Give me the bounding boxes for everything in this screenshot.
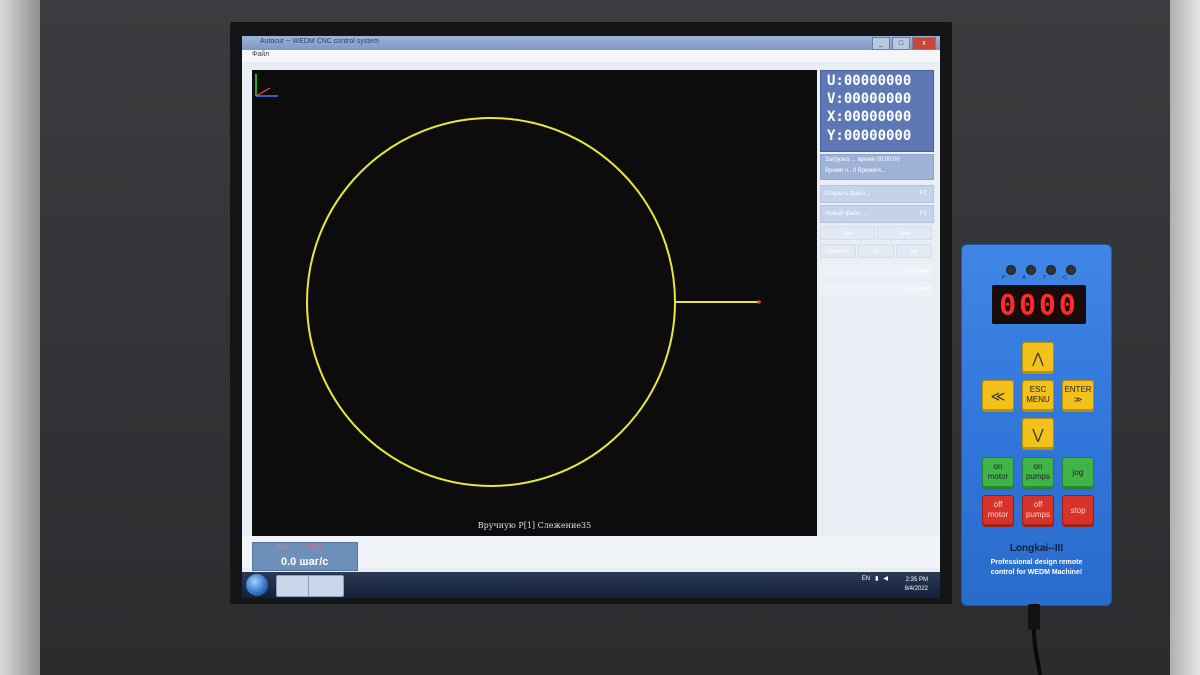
open-file-key: F2: [919, 191, 927, 197]
feed-speed-box: ШАГ → 20/02 0.0 шаг/с: [252, 542, 358, 571]
pendant-leds: [1006, 265, 1076, 275]
up-arrow-icon: ⋀: [1032, 350, 1044, 366]
left-button[interactable]: ≪: [982, 380, 1014, 412]
coord-v: V:00000000: [827, 91, 912, 107]
left-arrow-icon: ≪: [990, 388, 1006, 404]
pendant-subtitle: Professional design remote control for W…: [962, 558, 1111, 578]
toolpath-drawing: [306, 117, 761, 487]
down-arrow-icon: ⋁: [1032, 426, 1044, 442]
info-line-2: Время ч.. 0 Время/ч...: [825, 168, 886, 174]
pendant-brand: Longkai--III: [1009, 543, 1064, 554]
speed-row: Скорость 25 мм: [820, 244, 932, 258]
minimize-button[interactable]: _: [872, 37, 890, 50]
stop-pendant-button[interactable]: stop: [1062, 495, 1094, 527]
stop-button[interactable]: Стоп: [877, 226, 932, 240]
feed-speed-value: 0.0 шаг/с: [281, 556, 329, 568]
coord-u: U:00000000: [827, 73, 912, 89]
on-pumps-label-1: on: [1033, 462, 1043, 471]
window-title: Autocut ─ WEDM CNC control system: [260, 38, 379, 45]
menubar: Файл: [242, 50, 940, 62]
start-stop-row: Пуск Стоп: [820, 226, 932, 240]
led-indicator: [1026, 265, 1036, 275]
window-controls: _ □ x: [872, 37, 936, 50]
off-motor-button[interactable]: off motor: [982, 495, 1014, 527]
window-titlebar: Autocut ─ WEDM CNC control system _ □ x: [242, 36, 940, 50]
coord-x: X:00000000: [827, 109, 912, 125]
step-line-2: <4 0.0 шаг>: [820, 282, 932, 296]
start-button-icon[interactable]: [246, 574, 268, 596]
speed-label: Скорость: [820, 244, 856, 258]
network-icon[interactable]: ▮: [875, 575, 878, 582]
enter-label: ENTER: [1064, 385, 1092, 394]
menu-file[interactable]: Файл: [252, 51, 269, 58]
right-arrow-icon: ≫: [1073, 395, 1083, 404]
axes-indicator-icon: [255, 74, 278, 97]
off-pumps-label-2: pumps: [1025, 510, 1050, 519]
clock-date: 8/4/2022: [904, 586, 928, 592]
led-indicator: [1006, 265, 1016, 275]
taskbar-item-explorer[interactable]: [276, 575, 312, 597]
off-pumps-button[interactable]: off pumps: [1022, 495, 1054, 527]
remote-pendant: P A T C 0000 ⋀ ≪ ESC MENU ENTER ≫ ⋁ on m…: [961, 244, 1112, 606]
canvas-status-text: Вручную P[1] Слежение35: [477, 521, 592, 530]
open-file-label: Открыть файл...: [825, 191, 871, 197]
esc-label: ESC: [1029, 385, 1047, 394]
off-pumps-label-1: off: [1033, 500, 1043, 509]
control-side-panel: U:00000000 V:00000000 X:00000000 Y:00000…: [820, 70, 934, 540]
feed-arrow: → 20/02: [299, 545, 322, 551]
off-motor-label-1: off: [993, 500, 1003, 509]
stop-label: stop: [1070, 506, 1086, 515]
led-indicator: [1066, 265, 1076, 275]
pendant-subtitle-line-1: Professional design remote: [990, 559, 1083, 566]
new-file-key: F3: [919, 211, 927, 217]
on-motor-label-2: motor: [987, 472, 1009, 481]
up-button[interactable]: ⋀: [1022, 342, 1054, 374]
enter-button[interactable]: ENTER ≫: [1062, 380, 1094, 412]
wire-position-marker: [757, 300, 761, 304]
feed-label: ШАГ: [277, 545, 290, 551]
menu-label: MENU: [1026, 395, 1050, 404]
down-button[interactable]: ⋁: [1022, 418, 1054, 450]
start-button[interactable]: Пуск: [820, 226, 875, 240]
pendant-cable: [1028, 604, 1042, 675]
on-motor-button[interactable]: on motor: [982, 457, 1014, 489]
new-file-label: Новый файл ...: [825, 211, 867, 217]
info-line-1: Загрузка ... время 00:00:00: [825, 157, 900, 163]
close-button[interactable]: x: [912, 37, 936, 50]
new-file-button[interactable]: Новый файл ... F3: [820, 205, 934, 223]
step-line-1: <1 0.0 шаг>: [820, 264, 932, 278]
windows-taskbar: EN ▮ ◀ 2:35 PM 8/4/2022: [242, 572, 940, 598]
system-tray: EN ▮ ◀: [862, 575, 888, 583]
maximize-button[interactable]: □: [892, 37, 910, 50]
speed-value[interactable]: 25: [858, 244, 894, 258]
led-labels: P A T C: [1002, 275, 1075, 281]
led-indicator: [1046, 265, 1056, 275]
on-motor-label-1: on: [993, 462, 1003, 471]
taskbar-item-app[interactable]: [308, 575, 344, 597]
jog-button[interactable]: jog: [1062, 457, 1094, 489]
time-info-box: Загрузка ... время 00:00:00 Время ч.. 0 …: [820, 154, 934, 180]
on-pumps-label-2: pumps: [1025, 472, 1050, 481]
jog-label: jog: [1072, 468, 1084, 477]
toolpath-canvas[interactable]: Вручную P[1] Слежение35: [252, 70, 817, 536]
pendant-subtitle-line-2: control for WEDM Machine!: [990, 569, 1083, 576]
tray-language[interactable]: EN: [862, 576, 870, 582]
taskbar-clock[interactable]: 2:35 PM 8/4/2022: [905, 576, 928, 594]
on-pumps-button[interactable]: on pumps: [1022, 457, 1054, 489]
open-file-button[interactable]: Открыть файл... F2: [820, 185, 934, 203]
clock-time: 2:35 PM: [905, 577, 928, 583]
seven-segment-display: 0000: [992, 285, 1086, 324]
speed-unit: мм: [896, 244, 932, 258]
background-left: [0, 0, 40, 675]
coord-y: Y:00000000: [827, 128, 912, 144]
toolpath-circle: [306, 117, 676, 487]
esc-menu-button[interactable]: ESC MENU: [1022, 380, 1054, 412]
monitor-screen: Autocut ─ WEDM CNC control system _ □ x …: [242, 36, 940, 598]
off-motor-label-2: motor: [987, 510, 1009, 519]
volume-icon[interactable]: ◀: [883, 575, 888, 582]
coordinate-readout: U:00000000 V:00000000 X:00000000 Y:00000…: [820, 70, 934, 152]
